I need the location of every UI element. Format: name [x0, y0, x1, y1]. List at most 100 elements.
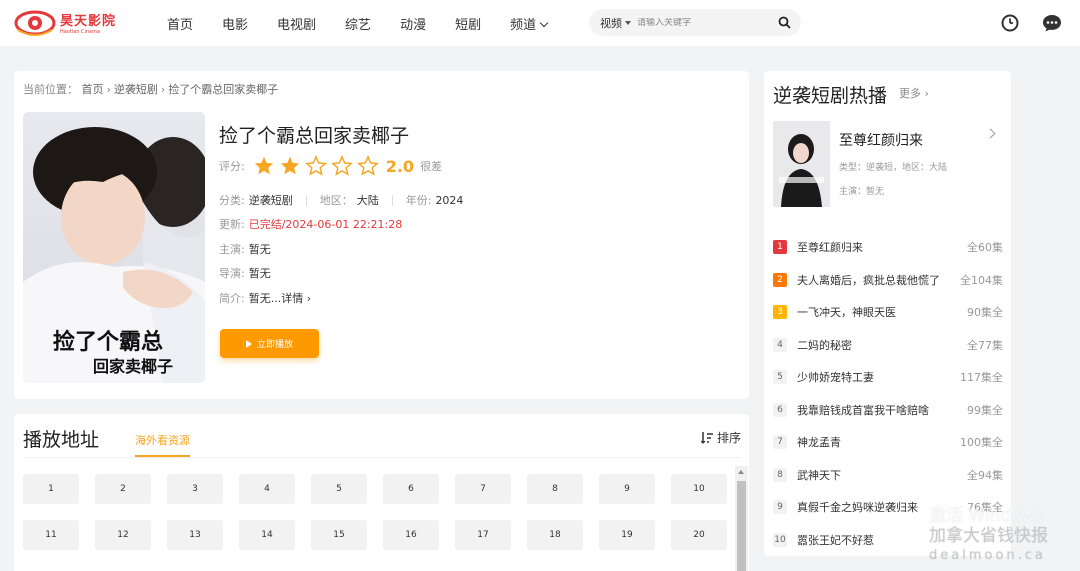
rating-label: 评分:	[219, 160, 245, 173]
search-icon[interactable]	[778, 16, 791, 29]
featured-poster[interactable]	[773, 121, 830, 207]
star-filled-icon[interactable]	[279, 155, 301, 177]
featured-type: 类型：逆袭短，地区：大陆	[839, 163, 948, 173]
play-icon	[245, 339, 252, 348]
nav-tv[interactable]: 电视剧	[277, 14, 316, 33]
rank-number: 6	[773, 402, 787, 417]
episode-button[interactable]: 3	[167, 474, 223, 504]
rank-item[interactable]: 8 武神天下 全94集	[773, 459, 1003, 492]
nav-home[interactable]: 首页	[167, 14, 193, 33]
featured-title[interactable]: 至尊红颜归来	[839, 130, 923, 150]
star-empty-icon[interactable]	[330, 155, 353, 177]
episode-button[interactable]: 9	[599, 474, 655, 504]
episode-button[interactable]: 11	[23, 520, 79, 550]
starring-label: 主演:	[219, 243, 245, 256]
chevron-right-icon[interactable]	[985, 128, 996, 139]
sort-button[interactable]: 排序	[700, 429, 741, 446]
source-tab[interactable]: 海外看资源	[135, 432, 190, 457]
rank-episodes: 117集全	[960, 371, 1003, 385]
main-nav: 首页 电影 电视剧 综艺 动漫 短剧 频道	[167, 14, 576, 33]
history-clock-icon[interactable]	[1000, 13, 1020, 33]
rank-episodes: 76集全	[967, 501, 1003, 515]
breadcrumb-label: 当前位置：	[23, 83, 78, 96]
episode-button[interactable]: 17	[455, 520, 511, 550]
rank-episodes: 全77集	[967, 338, 1003, 352]
rank-title: 真假千金之妈咪逆袭归来	[797, 501, 918, 515]
rank-item[interactable]: 10 嚣张王妃不好惹	[773, 524, 1003, 557]
rank-item[interactable]: 7 神龙孟青 100集全	[773, 426, 1003, 459]
rank-episodes: 全94集	[967, 468, 1003, 482]
episode-button[interactable]: 4	[239, 474, 295, 504]
rank-title: 嚣张王妃不好惹	[797, 533, 874, 547]
nav-movie[interactable]: 电影	[222, 14, 248, 33]
rank-number: 9	[773, 500, 787, 515]
episode-button[interactable]: 6	[383, 474, 439, 504]
episode-scrollbar[interactable]	[735, 466, 748, 571]
episode-button[interactable]: 13	[167, 520, 223, 550]
rank-item[interactable]: 6 我靠赔钱成首富我干啥赔啥 99集全	[773, 394, 1003, 427]
rank-item[interactable]: 4 二妈的秘密 全77集	[773, 329, 1003, 362]
breadcrumb: 当前位置： 首页 › 逆袭短剧 › 捡了个霸总回家卖椰子	[23, 83, 279, 96]
rank-number: 5	[773, 370, 787, 385]
breadcrumb-home[interactable]: 首页	[82, 83, 104, 96]
episode-grid: 1 2 3 4 5 6 7 8 9 10 11 12 13 14 15 16 17 18 19 20	[23, 474, 728, 550]
intro-detail-link[interactable]: 详情 ›	[281, 290, 311, 306]
sidebar-more-link[interactable]: 更多 ›	[899, 85, 929, 101]
episode-button[interactable]: 1	[23, 474, 79, 504]
rank-title: 夫人离婚后，疯批总裁他慌了	[797, 273, 940, 287]
poster-caption-2: 回家卖椰子	[93, 357, 173, 376]
search-input[interactable]	[637, 17, 757, 28]
playlist-card: 播放地址 海外看资源 排序 1 2 3 4 5 6 7 8 9 10 11 12 13 14 15 16 17 1…	[14, 414, 749, 571]
episode-button[interactable]: 20	[671, 520, 727, 550]
rank-item[interactable]: 1 至尊红颜归来 全60集	[773, 231, 1003, 264]
starring-row: 主演: 暂无	[219, 241, 271, 257]
episode-button[interactable]: 18	[527, 520, 583, 550]
rank-episodes: 全60集	[967, 241, 1003, 255]
scroll-thumb[interactable]	[737, 481, 746, 571]
detail-card: 当前位置： 首页 › 逆袭短剧 › 捡了个霸总回家卖椰子 捡了个霸总 回家卖椰子…	[14, 71, 749, 399]
logo-subtext: Haotian Cinema	[60, 29, 101, 35]
poster-image[interactable]: 捡了个霸总 回家卖椰子	[23, 112, 205, 383]
episode-button[interactable]: 12	[95, 520, 151, 550]
rank-item[interactable]: 3 一飞冲天，神眼天医 90集全	[773, 296, 1003, 329]
episode-button[interactable]: 5	[311, 474, 367, 504]
nav-variety[interactable]: 综艺	[345, 14, 371, 33]
nav-anime[interactable]: 动漫	[400, 14, 426, 33]
poster-caption-1: 捡了个霸总	[53, 329, 163, 355]
star-filled-icon[interactable]	[253, 155, 275, 177]
sort-label: 排序	[716, 431, 741, 445]
episode-button[interactable]: 10	[671, 474, 727, 504]
episode-button[interactable]: 2	[95, 474, 151, 504]
rank-number: 1	[773, 240, 787, 255]
rank-episodes: 100集全	[960, 436, 1003, 450]
episode-button[interactable]: 7	[455, 474, 511, 504]
top-header: 昊天影院 Haotian Cinema 首页 电影 电视剧 综艺 动漫 短剧 频…	[0, 0, 1080, 46]
star-empty-icon[interactable]	[304, 155, 327, 177]
breadcrumb-category[interactable]: 逆袭短剧	[114, 83, 158, 96]
rating-stars[interactable]	[253, 155, 383, 177]
rank-item[interactable]: 9 真假千金之妈咪逆袭归来 76集全	[773, 491, 1003, 524]
scroll-up-icon[interactable]	[738, 470, 744, 474]
nav-channel-dropdown[interactable]: 频道	[510, 14, 547, 33]
message-icon[interactable]	[1041, 13, 1063, 33]
director-value: 暂无	[248, 267, 271, 280]
sidebar-title: 逆袭短剧热播	[773, 85, 888, 107]
category-value[interactable]: 逆袭短剧	[249, 192, 293, 208]
rank-number: 4	[773, 337, 787, 352]
episode-button[interactable]: 14	[239, 520, 295, 550]
episode-button[interactable]: 16	[383, 520, 439, 550]
episode-button[interactable]: 15	[311, 520, 367, 550]
rank-number: 7	[773, 435, 787, 450]
nav-short[interactable]: 短剧	[455, 14, 481, 33]
site-logo[interactable]: 昊天影院 Haotian Cinema	[14, 2, 139, 43]
star-empty-icon[interactable]	[356, 155, 379, 177]
play-now-button[interactable]: 立即播放	[220, 329, 319, 358]
episode-button[interactable]: 19	[599, 520, 655, 550]
breadcrumb-current[interactable]: 捡了个霸总回家卖椰子	[168, 83, 278, 96]
rank-item[interactable]: 2 夫人离婚后，疯批总裁他慌了 全104集	[773, 264, 1003, 297]
episode-button[interactable]: 8	[527, 474, 583, 504]
rank-item[interactable]: 5 少帅娇宠特工妻 117集全	[773, 361, 1003, 394]
search-category-select[interactable]: 视频	[600, 15, 631, 31]
rank-list: 1 至尊红颜归来 全60集 2 夫人离婚后，疯批总裁他慌了 全104集 3 一飞冲天，神眼天医…	[773, 231, 1003, 556]
rating-row: 评分: 2.0 很差	[219, 155, 442, 177]
